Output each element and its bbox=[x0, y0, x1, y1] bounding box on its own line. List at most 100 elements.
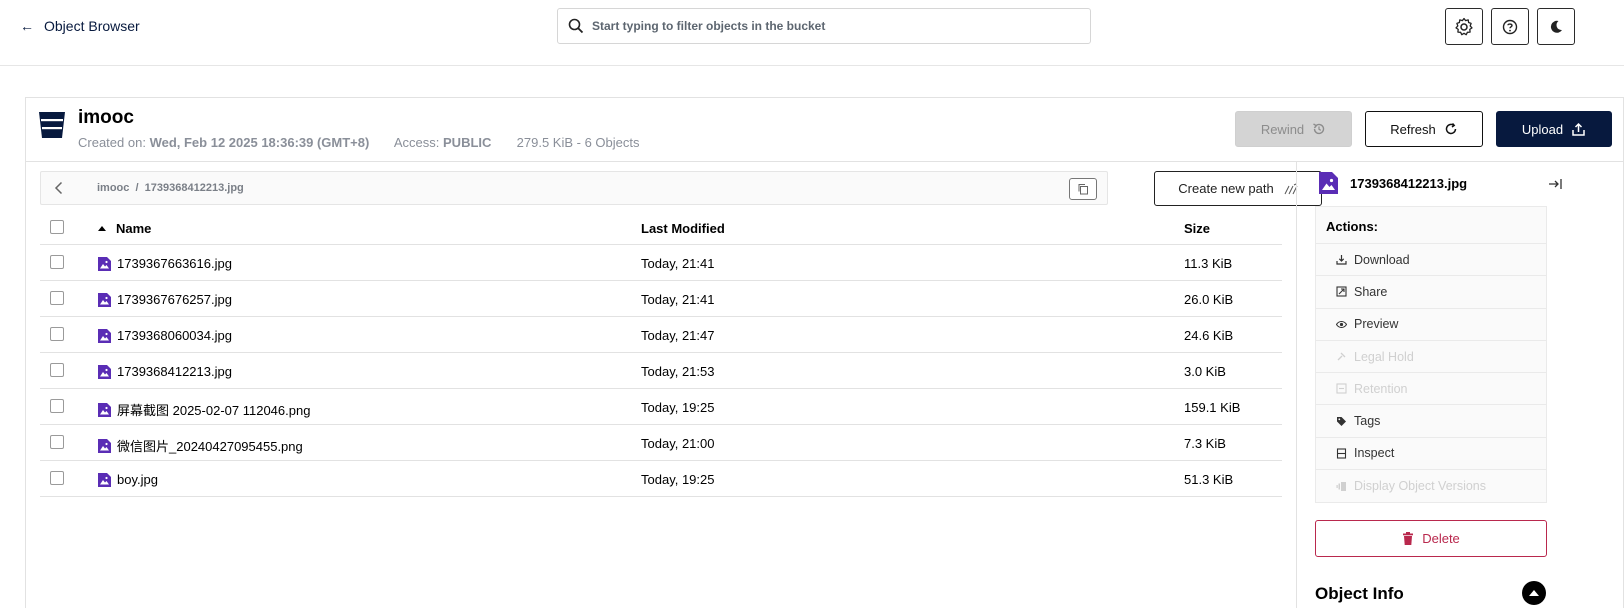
inspect-icon bbox=[1336, 448, 1347, 459]
back-to-object-browser[interactable]: ← Object Browser bbox=[20, 18, 140, 34]
search-input[interactable] bbox=[592, 19, 1090, 33]
file-name: 1739368412213.jpg bbox=[117, 364, 232, 379]
action-preview[interactable]: Preview bbox=[1316, 309, 1546, 341]
row-checkbox[interactable] bbox=[50, 255, 64, 269]
table-row[interactable]: 1739367663616.jpg Today, 21:41 11.3 KiB bbox=[40, 245, 1282, 281]
size-cell: 3.0 KiB bbox=[1184, 364, 1226, 379]
file-name-cell[interactable]: 微信图片_20240427095455.png bbox=[98, 436, 303, 455]
last-modified-cell: Today, 21:53 bbox=[641, 364, 715, 379]
moon-icon bbox=[1550, 20, 1562, 33]
refresh-button[interactable]: Refresh bbox=[1365, 111, 1483, 147]
create-new-path-label: Create new path bbox=[1178, 181, 1274, 196]
table-row[interactable]: 1739367676257.jpg Today, 21:41 26.0 KiB bbox=[40, 281, 1282, 317]
action-retention: Retention bbox=[1316, 373, 1546, 406]
retention-icon bbox=[1336, 383, 1347, 394]
table-row[interactable]: 屏幕截图 2025-02-07 112046.png Today, 19:25 15… bbox=[40, 389, 1282, 425]
size-cell: 24.6 KiB bbox=[1184, 328, 1234, 343]
upload-icon bbox=[1572, 122, 1585, 136]
column-name[interactable]: Name bbox=[98, 221, 151, 236]
copy-path-button[interactable] bbox=[1069, 178, 1097, 200]
row-checkbox[interactable] bbox=[50, 327, 64, 341]
bucket-usage: 279.5 KiB - 6 Objects bbox=[516, 135, 640, 150]
file-name-cell[interactable]: 屏幕截图 2025-02-07 112046.png bbox=[98, 400, 310, 419]
file-name-cell[interactable]: 1739368412213.jpg bbox=[98, 364, 232, 379]
column-size[interactable]: Size bbox=[1184, 221, 1210, 236]
search-box bbox=[557, 8, 1091, 44]
action-label: Legal Hold bbox=[1354, 349, 1414, 364]
refresh-icon bbox=[1445, 122, 1457, 135]
details-title: 1739368412213.jpg bbox=[1319, 172, 1467, 194]
table-row[interactable]: 微信图片_20240427095455.png Today, 21:00 7.3 K… bbox=[40, 425, 1282, 461]
action-display-object-versions: Display Object Versions bbox=[1316, 470, 1546, 502]
chevron-left-icon[interactable] bbox=[51, 180, 67, 196]
eye-icon bbox=[1336, 319, 1347, 330]
last-modified-cell: Today, 21:00 bbox=[641, 436, 715, 451]
action-label: Retention bbox=[1354, 381, 1408, 396]
file-name-cell[interactable]: 1739367663616.jpg bbox=[98, 256, 232, 271]
image-file-icon bbox=[98, 292, 111, 307]
object-info-toggle[interactable] bbox=[1522, 581, 1546, 605]
action-label: Preview bbox=[1354, 317, 1399, 332]
row-checkbox[interactable] bbox=[50, 399, 64, 413]
details-file-name: 1739368412213.jpg bbox=[1350, 175, 1468, 191]
column-last-modified[interactable]: Last Modified bbox=[641, 221, 725, 236]
rewind-label: Rewind bbox=[1260, 121, 1305, 137]
table-row[interactable]: 1739368412213.jpg Today, 21:53 3.0 KiB bbox=[40, 353, 1282, 389]
row-checkbox[interactable] bbox=[50, 471, 64, 485]
upload-button[interactable]: Upload bbox=[1496, 111, 1612, 147]
table-row[interactable]: 1739368060034.jpg Today, 21:47 24.6 KiB bbox=[40, 317, 1282, 353]
search-icon bbox=[568, 18, 584, 34]
breadcrumb: imooc / 1739368412213.jpg bbox=[40, 171, 1108, 205]
help-icon bbox=[1502, 19, 1518, 34]
action-inspect[interactable]: Inspect bbox=[1316, 438, 1546, 471]
download-icon bbox=[1336, 254, 1347, 265]
size-cell: 51.3 KiB bbox=[1184, 472, 1234, 487]
action-download[interactable]: Download bbox=[1316, 244, 1546, 277]
action-label: Display Object Versions bbox=[1354, 479, 1487, 494]
action-tags[interactable]: Tags bbox=[1316, 405, 1546, 438]
size-cell: 11.3 KiB bbox=[1184, 256, 1233, 271]
action-share[interactable]: Share bbox=[1316, 276, 1546, 309]
breadcrumb-path[interactable]: imooc / 1739368412213.jpg bbox=[97, 182, 244, 194]
file-name: 屏幕截图 2025-02-07 112046.png bbox=[117, 403, 311, 418]
delete-button[interactable]: Delete bbox=[1315, 520, 1547, 557]
delete-label: Delete bbox=[1422, 531, 1460, 546]
file-name-cell[interactable]: 1739368060034.jpg bbox=[98, 328, 232, 343]
row-checkbox[interactable] bbox=[50, 435, 64, 449]
file-name-cell[interactable]: boy.jpg bbox=[98, 472, 158, 487]
action-legal-hold: Legal Hold bbox=[1316, 341, 1546, 374]
file-name-cell[interactable]: 1739367676257.jpg bbox=[98, 292, 232, 307]
last-modified-cell: Today, 21:41 bbox=[641, 256, 715, 271]
action-label: Share bbox=[1354, 284, 1388, 299]
upload-label: Upload bbox=[1521, 121, 1564, 137]
versions-icon bbox=[1336, 481, 1347, 492]
bucket-icon bbox=[39, 112, 65, 138]
image-file-icon bbox=[98, 364, 111, 379]
action-label: Inspect bbox=[1354, 446, 1395, 461]
size-cell: 159.1 KiB bbox=[1184, 400, 1241, 415]
object-info-title: Object Info bbox=[1315, 584, 1404, 603]
help-button[interactable] bbox=[1491, 8, 1529, 45]
share-icon bbox=[1336, 286, 1347, 297]
bucket-meta: Created on: Wed, Feb 12 2025 18:36:39 (G… bbox=[78, 135, 640, 150]
object-details-panel: 1739368412213.jpg Actions: Download Share… bbox=[1296, 162, 1624, 608]
tag-icon bbox=[1336, 416, 1347, 427]
file-name: 1739368060034.jpg bbox=[117, 328, 232, 343]
file-name: 微信图片_20240427095455.png bbox=[117, 439, 303, 454]
row-checkbox[interactable] bbox=[50, 291, 64, 305]
back-label: Object Browser bbox=[44, 18, 140, 34]
select-all-checkbox[interactable] bbox=[50, 220, 64, 234]
last-modified-cell: Today, 21:41 bbox=[641, 292, 715, 307]
settings-button[interactable] bbox=[1445, 8, 1483, 45]
file-name: 1739367676257.jpg bbox=[117, 292, 232, 307]
chevron-up-icon bbox=[1529, 590, 1539, 596]
access-value: PUBLIC bbox=[443, 135, 492, 150]
close-panel-icon[interactable] bbox=[1547, 176, 1563, 192]
file-name: 1739367663616.jpg bbox=[117, 256, 232, 271]
gavel-icon bbox=[1336, 351, 1347, 362]
row-checkbox[interactable] bbox=[50, 363, 64, 377]
dark-mode-button[interactable] bbox=[1537, 8, 1575, 45]
action-label: Download bbox=[1354, 252, 1410, 267]
table-row[interactable]: boy.jpg Today, 19:25 51.3 KiB bbox=[40, 461, 1282, 497]
rewind-button[interactable]: Rewind bbox=[1235, 111, 1352, 147]
